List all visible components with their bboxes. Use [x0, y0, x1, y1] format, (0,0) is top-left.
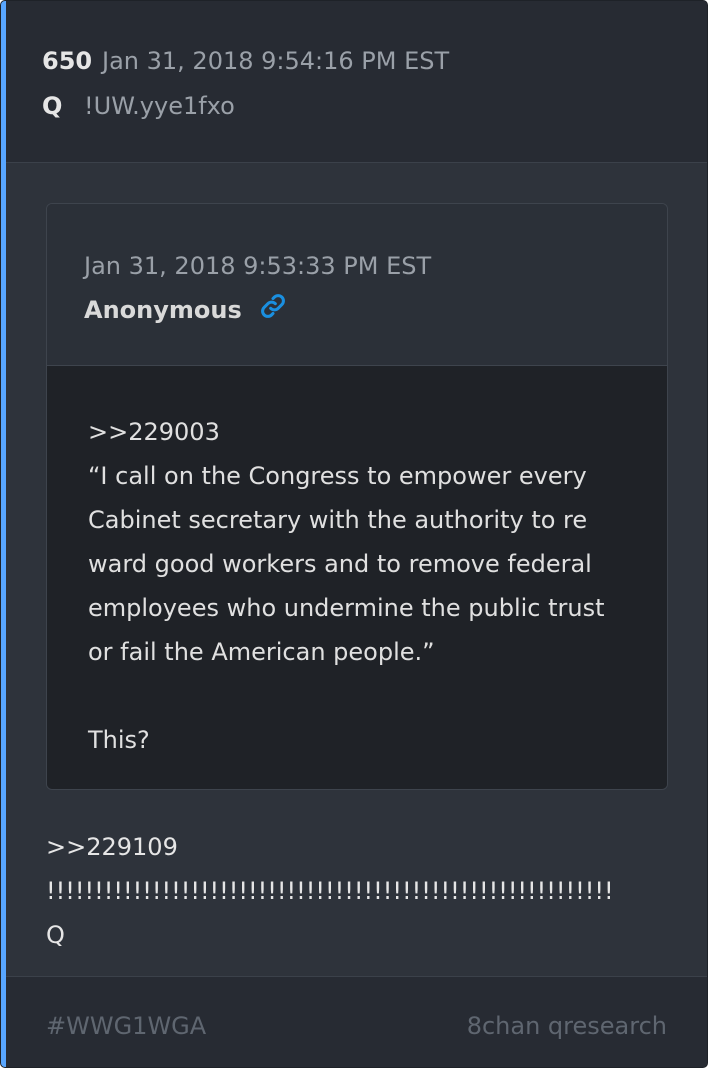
post-footer: #WWG1WGA 8chan qresearch — [6, 976, 707, 1067]
quoted-post-body: >>229003 “I call on the Congress to empo… — [47, 366, 667, 789]
post-header: 650 Jan 31, 2018 9:54:16 PM EST Q !UW.yy… — [6, 1, 707, 163]
post-number: 650 — [42, 47, 93, 75]
post-author: Q — [42, 92, 63, 120]
quoted-post-text: >>229003 “I call on the Congress to empo… — [88, 418, 605, 754]
quoted-post-date: Jan 31, 2018 9:53:33 PM EST — [84, 252, 432, 280]
quoted-post: Jan 31, 2018 9:53:33 PM EST Anonymous >>… — [46, 203, 668, 790]
source-label: 8chan qresearch — [466, 1012, 667, 1040]
link-icon[interactable] — [259, 292, 287, 320]
post-card: 650 Jan 31, 2018 9:54:16 PM EST Q !UW.yy… — [0, 0, 708, 1068]
post-date: Jan 31, 2018 9:54:16 PM EST — [102, 47, 450, 75]
quoted-post-header: Jan 31, 2018 9:53:33 PM EST Anonymous — [47, 204, 667, 366]
post-tripcode: !UW.yye1fxo — [84, 92, 235, 120]
post-body-text: >>229109 !!!!!!!!!!!!!!!!!!!!!!!!!!!!!!!… — [46, 833, 614, 949]
hashtag[interactable]: #WWG1WGA — [46, 1012, 206, 1040]
quoted-post-author: Anonymous — [84, 296, 242, 324]
